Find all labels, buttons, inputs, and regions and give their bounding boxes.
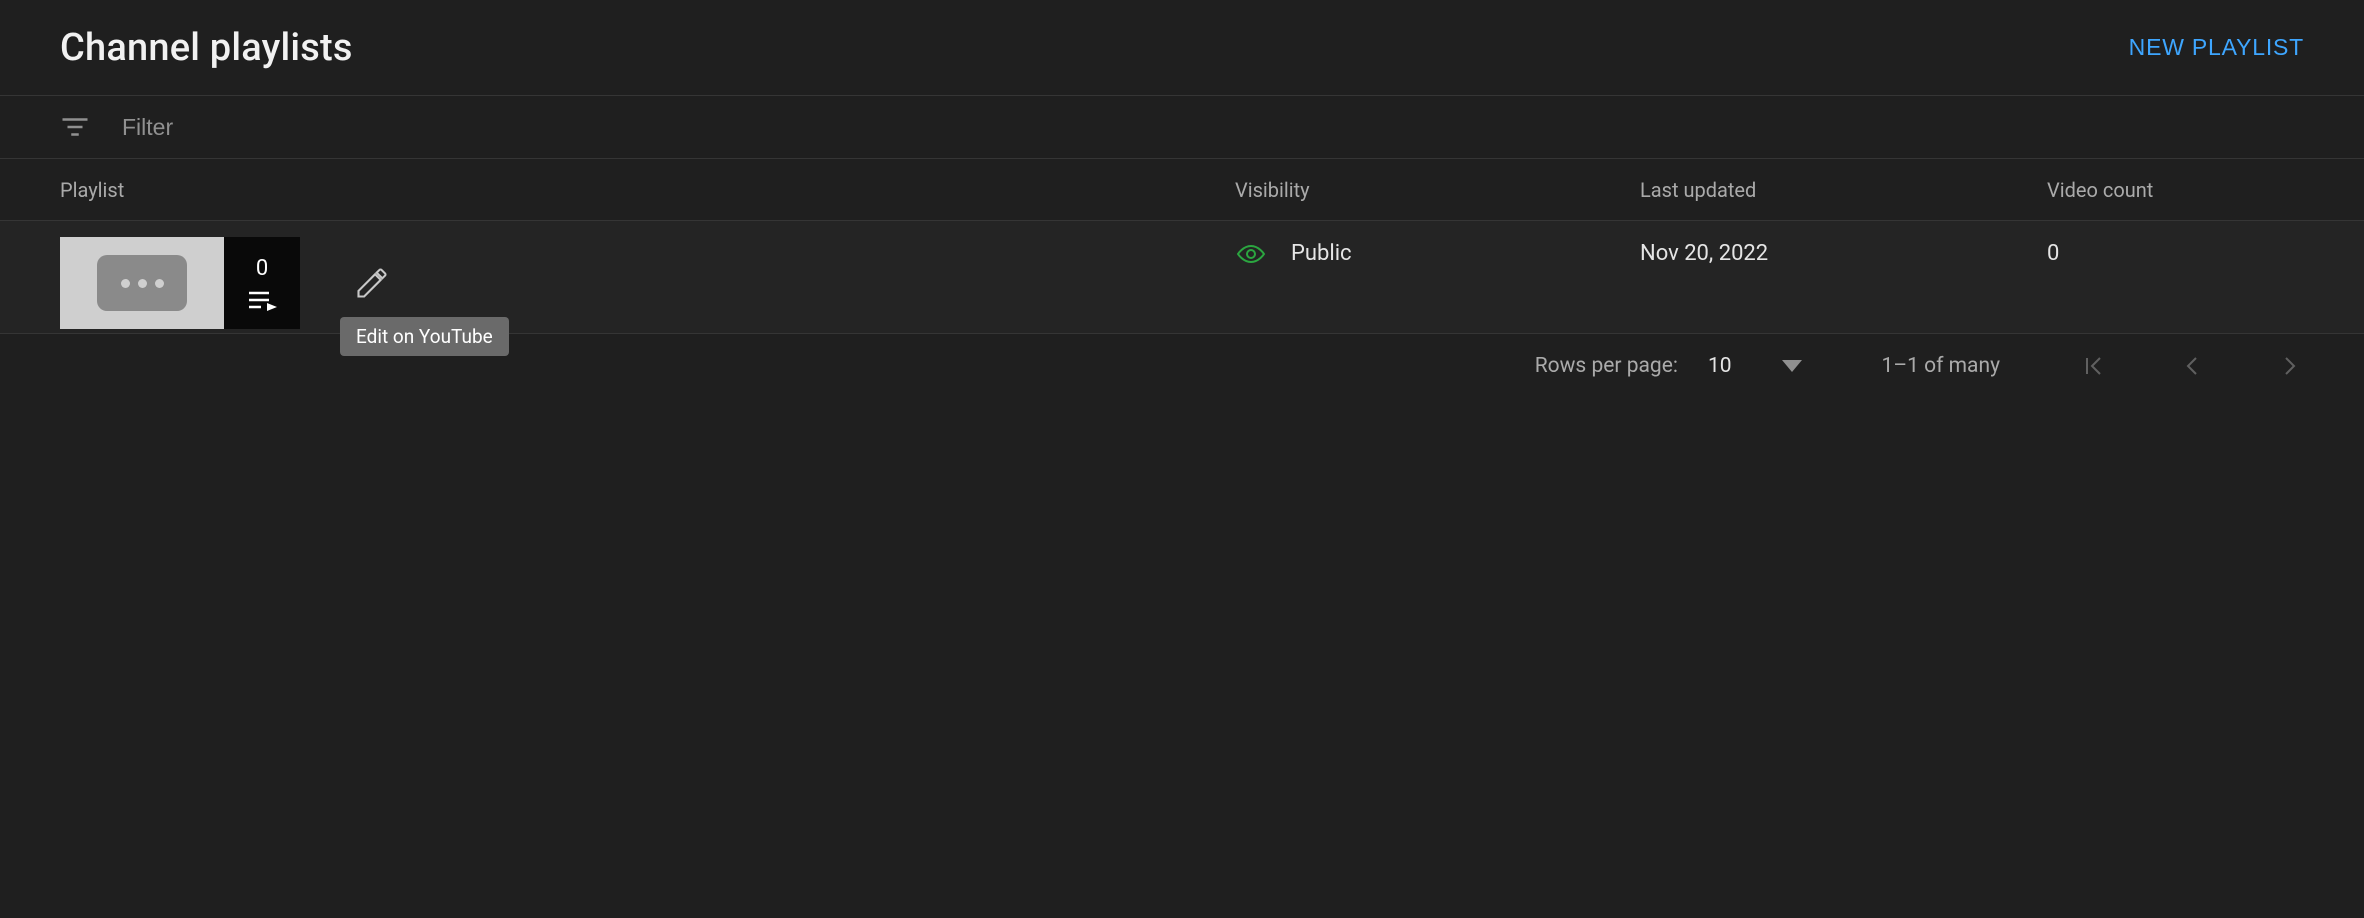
prev-page-button[interactable] (2178, 352, 2206, 380)
cell-last-updated: Nov 20, 2022 (1640, 237, 2047, 266)
pagination-range: 1–1 of many (1862, 354, 2020, 378)
chevron-down-icon (1782, 360, 1802, 372)
column-header-playlist[interactable]: Playlist (60, 178, 1235, 202)
visibility-label: Public (1291, 241, 1352, 266)
thumbnail-image (60, 237, 224, 329)
page-title: Channel playlists (60, 26, 353, 70)
overlay-video-count: 0 (256, 256, 268, 281)
rows-per-page-value: 10 (1708, 354, 1732, 378)
first-page-button[interactable] (2080, 352, 2108, 380)
playlist-icon (247, 289, 277, 311)
rows-per-page-select[interactable]: 10 (1708, 354, 1802, 378)
playlist-thumbnail[interactable]: 0 (60, 237, 300, 329)
next-page-button[interactable] (2276, 352, 2304, 380)
cell-playlist: 0 E (60, 237, 1235, 329)
cell-video-count: 0 (2047, 237, 2304, 266)
column-header-visibility[interactable]: Visibility (1235, 178, 1640, 202)
column-header-last-updated[interactable]: Last updated (1640, 178, 2047, 202)
rows-per-page: Rows per page: 10 (1535, 354, 1802, 378)
table-row[interactable]: 0 E (0, 221, 2364, 334)
row-actions (300, 237, 394, 329)
thumbnail-overlay: 0 (224, 237, 300, 329)
visibility-public-icon (1235, 243, 1267, 265)
channel-playlists-page: Channel playlists NEW PLAYLIST Playlist … (0, 0, 2364, 918)
edit-button[interactable] (350, 261, 394, 305)
filter-bar (0, 95, 2364, 159)
table-header-row: Playlist Visibility Last updated Video c… (0, 159, 2364, 221)
thumbnail-placeholder-icon (97, 255, 187, 311)
filter-icon[interactable] (60, 112, 90, 142)
rows-per-page-label: Rows per page: (1535, 354, 1678, 378)
new-playlist-button[interactable]: NEW PLAYLIST (2129, 34, 2304, 61)
cell-visibility[interactable]: Public (1235, 237, 1640, 266)
tooltip-edit-on-youtube: Edit on YouTube (340, 317, 509, 356)
filter-input[interactable] (122, 114, 2304, 141)
pager-buttons (2080, 352, 2304, 380)
page-header: Channel playlists NEW PLAYLIST (0, 0, 2364, 95)
column-header-video-count[interactable]: Video count (2047, 178, 2304, 202)
